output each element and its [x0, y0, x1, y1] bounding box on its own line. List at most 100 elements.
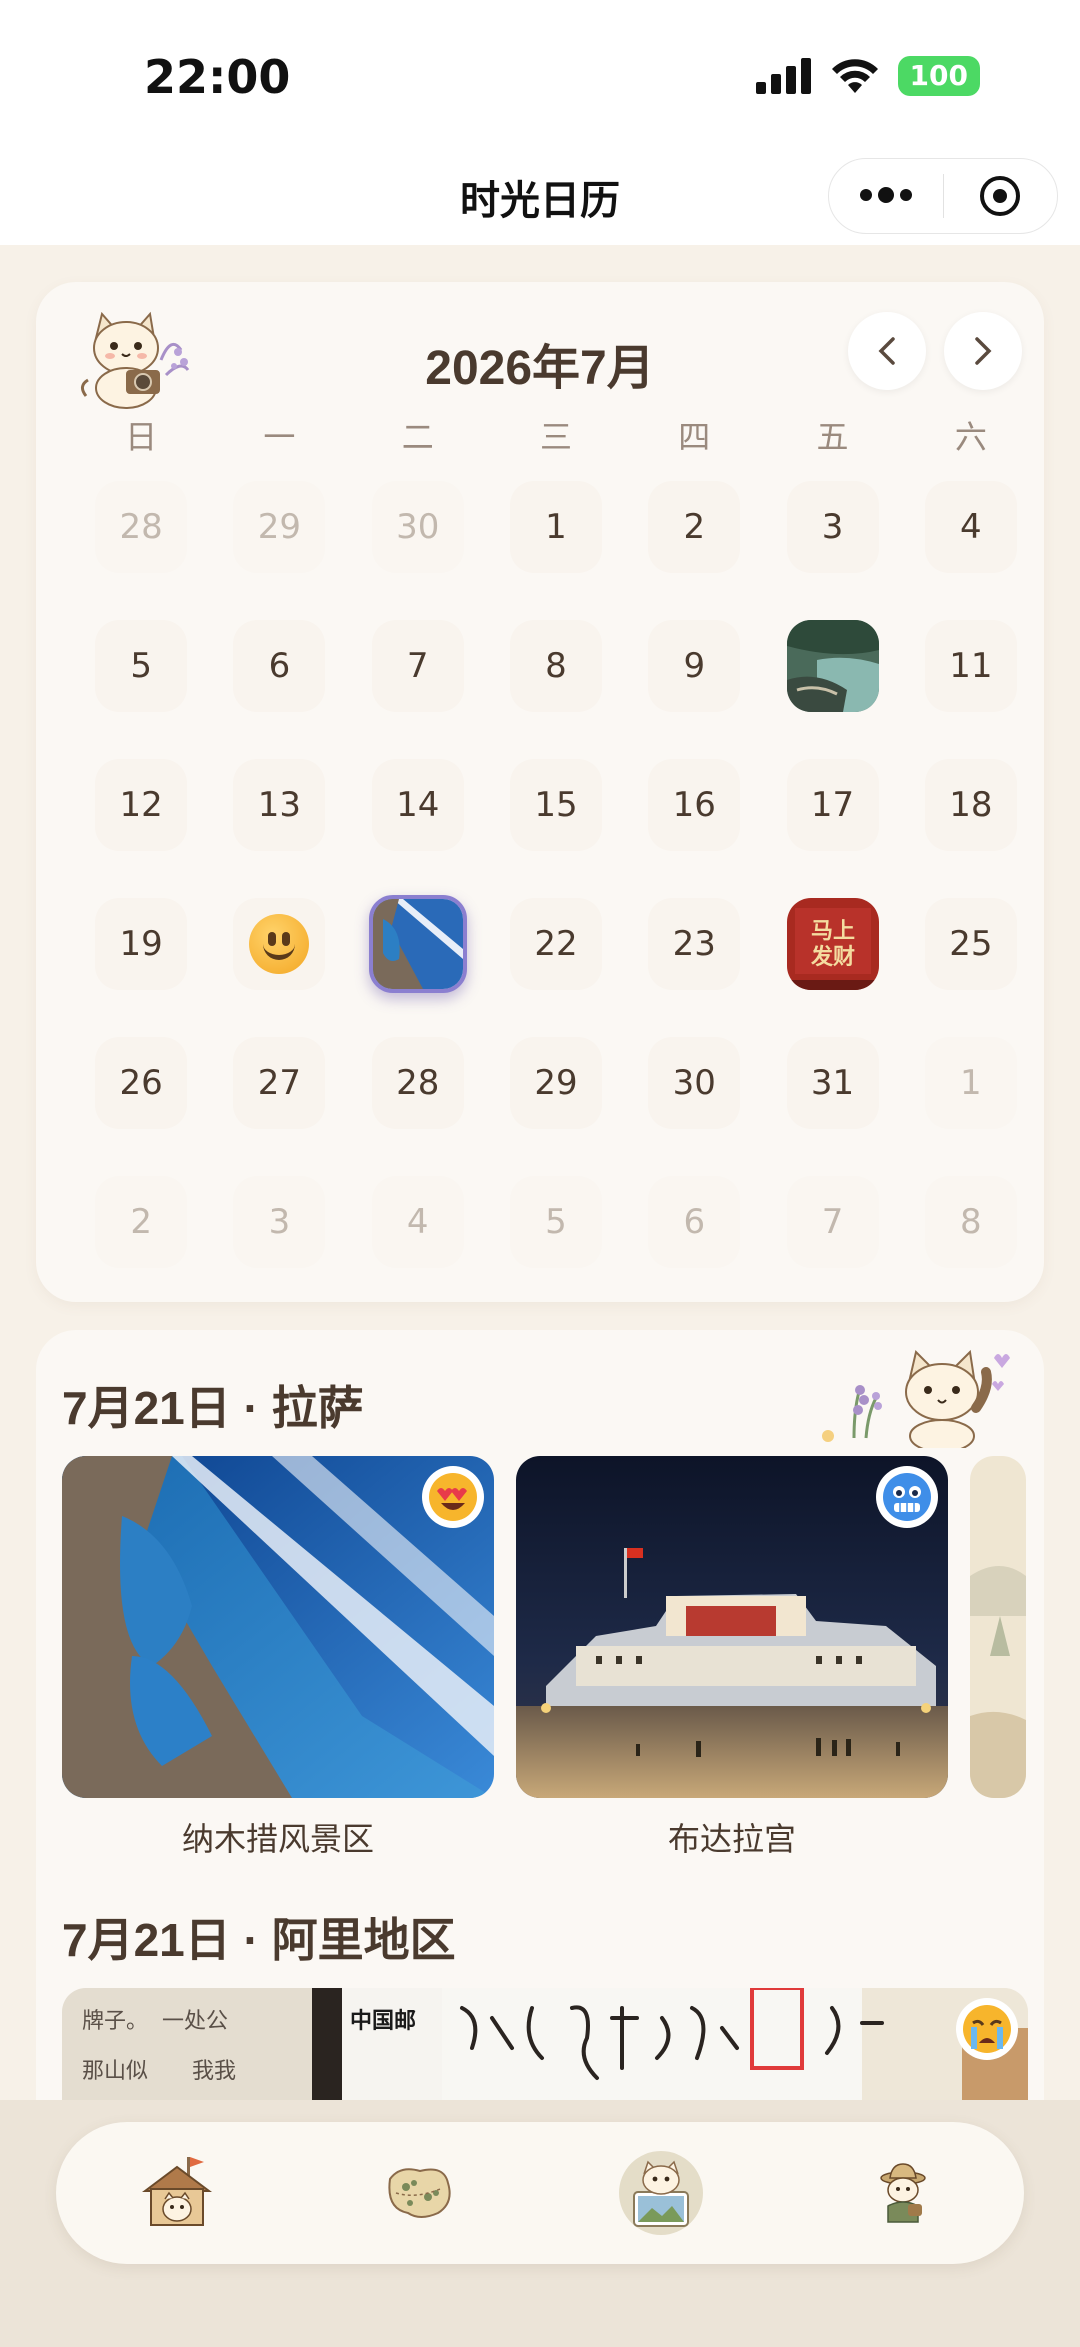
day-number: 8 — [924, 1175, 1017, 1268]
day-number: 27 — [233, 1036, 326, 1129]
close-miniprogram-button[interactable] — [944, 159, 1058, 233]
day-photo-thumbnail — [786, 619, 879, 712]
day-number: 3 — [786, 480, 879, 573]
calendar-day[interactable]: 6 — [625, 1152, 763, 1291]
calendar-week-row: 19 22 23 马上 发财 25 — [72, 874, 1040, 1013]
calendar-day-emoji[interactable] — [210, 874, 348, 1013]
prev-month-button[interactable] — [848, 312, 926, 390]
calendar-week-row: 28 29 30 1 2 3 4 — [72, 457, 1040, 596]
day-number: 2 — [648, 480, 741, 573]
calendar-week-row: 2345678 — [72, 1152, 1040, 1291]
emoji-badge-crying — [956, 1998, 1018, 2060]
status-time: 22:00 — [144, 50, 291, 104]
day-number: 28 — [95, 480, 188, 573]
tab-profile[interactable] — [848, 2138, 958, 2248]
photo-card-namtso[interactable] — [62, 1456, 494, 1798]
calendar-day[interactable]: 19 — [72, 874, 210, 1013]
calendar-day[interactable]: 4 — [349, 1152, 487, 1291]
calendar-day[interactable]: 27 — [210, 1013, 348, 1152]
calendar-card: 2026年7月 日一二三四五六 28 29 30 1 2 3 4 5 6 7 8 9 11 12 13 14 1… — [36, 282, 1044, 1302]
tab-map[interactable] — [364, 2138, 474, 2248]
calendar-day[interactable]: 3 — [210, 1152, 348, 1291]
blue-lake-thumb — [372, 898, 463, 989]
day-number: 12 — [95, 758, 188, 851]
calendar-day[interactable]: 9 — [625, 596, 763, 735]
battery-indicator: 100 — [897, 56, 980, 96]
target-icon — [980, 176, 1021, 216]
calendar-day[interactable]: 1 — [487, 457, 625, 596]
handwriting-letter-photo: 牌子。 一处公 那山似 我我 中国邮 — [62, 1988, 1028, 2108]
calendar-day[interactable]: 17 — [763, 735, 901, 874]
calendar-day[interactable]: 3 — [763, 457, 901, 596]
weekday-label: 五 — [816, 419, 849, 455]
calendar-day[interactable]: 30 — [349, 457, 487, 596]
calendar-day[interactable]: 28 — [72, 457, 210, 596]
calendar-day[interactable]: 7 — [349, 596, 487, 735]
day-number: 16 — [648, 758, 741, 851]
calendar-day[interactable]: 13 — [210, 735, 348, 874]
photo-card-peek[interactable] — [970, 1456, 1026, 1798]
weekday-label: 六 — [954, 419, 987, 455]
calendar-day[interactable]: 6 — [210, 596, 348, 735]
more-button[interactable] — [829, 159, 943, 233]
calendar-day[interactable]: 8 — [487, 596, 625, 735]
day-number: 26 — [95, 1036, 188, 1129]
calendar-day[interactable]: 29 — [487, 1013, 625, 1152]
day-number: 11 — [924, 619, 1017, 712]
calendar-day[interactable]: 8 — [902, 1152, 1040, 1291]
day-number: 1 — [924, 1036, 1017, 1129]
calendar-day[interactable]: 11 — [902, 596, 1040, 735]
photo-card-potala[interactable] — [516, 1456, 948, 1798]
calendar-grid: 28 29 30 1 2 3 4 5 6 7 8 9 11 12 13 14 15 16 17 18 19 22 23 马上发… — [72, 457, 1040, 1291]
cat-house-icon — [142, 2157, 212, 2226]
calendar-day[interactable]: 25 — [902, 874, 1040, 1013]
calendar-day[interactable]: 2 — [625, 457, 763, 596]
calendar-day-photo[interactable] — [763, 596, 901, 735]
calendar-day[interactable]: 26 — [72, 1013, 210, 1152]
waving-cat-icon — [822, 1349, 1010, 1448]
day-number: 3 — [233, 1175, 326, 1268]
photo-label-namtso: 纳木措风景区 — [181, 1821, 374, 1857]
day-number: 14 — [371, 758, 464, 851]
svg-text:发财: 发财 — [810, 944, 855, 970]
day-emoji — [233, 897, 326, 990]
day-number: 19 — [95, 897, 188, 990]
calendar-day[interactable]: 23 — [625, 874, 763, 1013]
calendar-day[interactable]: 31 — [763, 1013, 901, 1152]
calendar-day-photo[interactable] — [349, 874, 487, 1013]
chevron-left-icon — [878, 337, 895, 365]
calendar-week-row: 12 13 14 15 16 17 18 — [72, 735, 1040, 874]
crying-face-emoji-icon — [963, 2005, 1011, 2053]
calendar-day[interactable]: 15 — [487, 735, 625, 874]
day-number: 30 — [648, 1036, 741, 1129]
day-number: 30 — [371, 480, 464, 573]
painting-photo — [970, 1456, 1026, 1798]
calendar-day[interactable]: 22 — [487, 874, 625, 1013]
calendar-day[interactable]: 29 — [210, 457, 348, 596]
calendar-day[interactable]: 5 — [487, 1152, 625, 1291]
calendar-day[interactable]: 1 — [902, 1013, 1040, 1152]
calendar-day[interactable]: 16 — [625, 735, 763, 874]
day-number: 31 — [786, 1036, 879, 1129]
next-month-button[interactable] — [944, 312, 1022, 390]
tab-home[interactable] — [122, 2138, 232, 2248]
calendar-day[interactable]: 5 — [72, 596, 210, 735]
calendar-day[interactable]: 12 — [72, 735, 210, 874]
status-icons: 100 — [755, 56, 980, 96]
calendar-day[interactable]: 14 — [349, 735, 487, 874]
day-number: 6 — [648, 1175, 741, 1268]
heart-eyes-emoji-icon — [429, 1473, 477, 1521]
calendar-day[interactable]: 2 — [72, 1152, 210, 1291]
calendar-day[interactable]: 7 — [763, 1152, 901, 1291]
calendar-day[interactable]: 18 — [902, 735, 1040, 874]
emoji-badge-heart-eyes — [422, 1466, 484, 1528]
calendar-day-photo[interactable]: 马上 发财 — [763, 874, 901, 1013]
calendar-day[interactable]: 30 — [625, 1013, 763, 1152]
calendar-week-row: 5 6 7 8 9 11 — [72, 596, 1040, 735]
weekday-label: 日 — [125, 419, 158, 455]
day-number: 17 — [786, 758, 879, 851]
photo-card-handwriting[interactable]: 牌子。 一处公 那山似 我我 中国邮 — [62, 1988, 1028, 2108]
tab-photos[interactable] — [606, 2138, 716, 2248]
calendar-day[interactable]: 4 — [902, 457, 1040, 596]
calendar-day[interactable]: 28 — [349, 1013, 487, 1152]
